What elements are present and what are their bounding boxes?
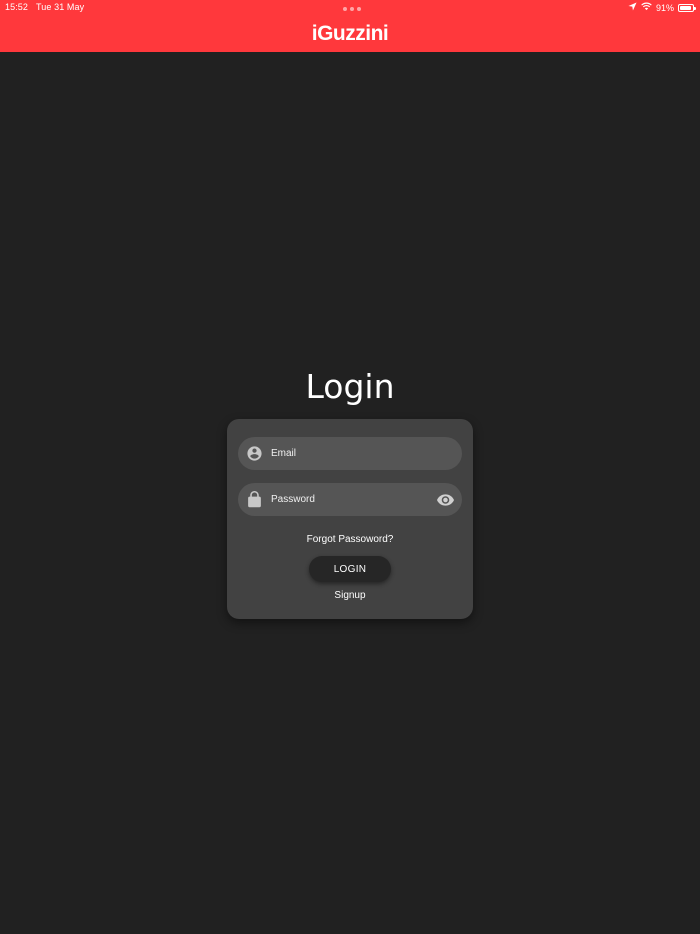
status-time: 15:52 [5,2,29,12]
eye-icon[interactable] [436,491,454,508]
wifi-icon [641,2,652,13]
status-date: Tue 31 May [36,2,85,12]
signup-link[interactable]: Signup [227,590,473,601]
location-arrow-icon [628,2,637,13]
login-button[interactable]: LOGIN [309,556,391,582]
password-input[interactable] [271,483,431,516]
status-bar-left: 15:52 Tue 31 May [5,2,84,12]
lock-icon [246,491,263,508]
password-field-container [238,483,462,516]
page-title: Login [305,367,395,406]
email-field-container [238,437,462,470]
battery-icon [678,3,696,12]
battery-percent: 91% [655,2,674,13]
login-card: Forgot Passoword? LOGIN Signup [227,419,473,619]
app-header: 15:52 Tue 31 May 91% iGuzzini [0,0,700,52]
brand-logo: iGuzzini [311,22,389,45]
status-bar-right: 91% [628,2,696,13]
account-circle-icon [246,445,263,462]
multitasking-dots-icon[interactable] [343,7,361,11]
email-input[interactable] [271,437,431,470]
forgot-password-link[interactable]: Forgot Passoword? [227,534,473,545]
